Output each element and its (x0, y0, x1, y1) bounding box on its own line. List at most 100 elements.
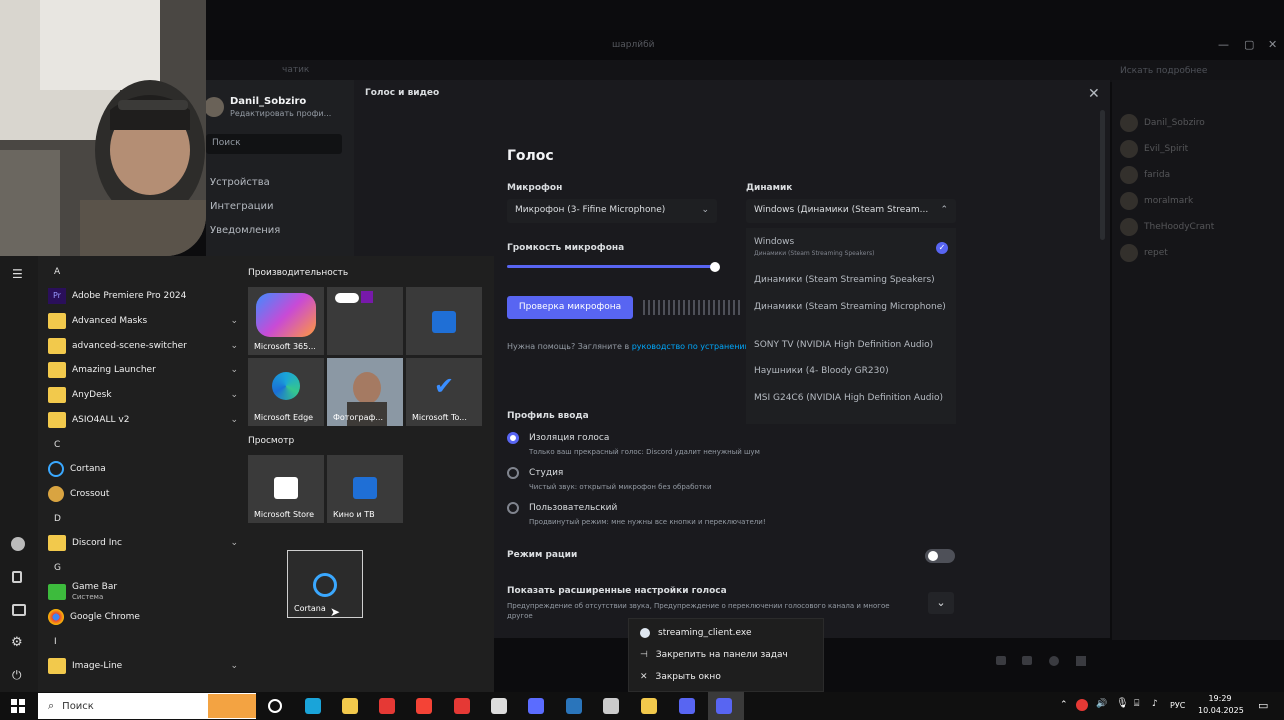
clock-date[interactable]: 10.04.2025 (1198, 706, 1244, 715)
member-item[interactable]: Danil_Sobziro (1120, 112, 1270, 134)
mic-select[interactable]: Микрофон (3- Fifine Microphone) ⌄ (507, 199, 717, 223)
search-highlight-image (208, 694, 256, 718)
tray-chevron-icon[interactable]: ⌃ (1060, 700, 1068, 710)
yandex-icon[interactable] (379, 698, 395, 714)
speaker-option[interactable]: SONY TV (NVIDIA High Definition Audio) (754, 340, 950, 351)
mic-tray-icon[interactable]: 🎙 (1116, 698, 1129, 709)
app-item[interactable]: Crossout (48, 482, 238, 506)
chevron-down-icon: ⌄ (230, 538, 238, 548)
unity-icon[interactable] (491, 698, 507, 714)
member-item[interactable]: moralmark (1120, 190, 1270, 212)
radio-custom[interactable] (507, 502, 519, 514)
settings-scrollbar[interactable] (1100, 110, 1105, 240)
tile-store[interactable]: Microsoft Store (248, 455, 324, 523)
discord-icon[interactable] (679, 698, 695, 714)
jumplist-close[interactable]: ✕ Закрыть окно (640, 667, 721, 687)
yandex-browser-icon[interactable] (416, 698, 432, 714)
lock-app-icon[interactable] (641, 698, 657, 714)
speaker-icon[interactable]: 🔊 (1096, 699, 1107, 709)
speaker-option[interactable]: Динамики (Steam Streaming Speakers) (754, 275, 950, 286)
settings-search-input[interactable]: Поиск (206, 134, 342, 154)
option-desc: Продвинутый режим: мне нужны все кнопки … (529, 518, 766, 526)
explorer-icon[interactable] (342, 698, 358, 714)
app-item[interactable]: Pr Adobe Premiere Pro 2024 (48, 284, 238, 308)
steam-icon[interactable] (566, 698, 582, 714)
app-folder[interactable]: Amazing Launcher ⌄ (48, 358, 238, 382)
clock-time[interactable]: 19:29 (1198, 694, 1242, 703)
volume-icon[interactable]: ♪ (1152, 699, 1158, 709)
mic-volume-slider[interactable] (507, 265, 715, 268)
speaker-option[interactable]: Наушники (4- Bloody GR230) (754, 366, 950, 377)
tile-outlook[interactable] (406, 287, 482, 355)
terminal-icon[interactable] (603, 698, 619, 714)
hamburger-icon[interactable]: ☰ (12, 267, 26, 281)
app-item[interactable]: Cortana (48, 457, 238, 481)
minimize-icon[interactable]: — (1218, 38, 1229, 51)
wps-icon[interactable] (454, 698, 470, 714)
network-icon[interactable]: ⌸ (1134, 699, 1139, 709)
taskbar-search-input[interactable]: ⌕ Поиск (38, 693, 256, 719)
tile-todo[interactable]: ✔ Microsoft To... (406, 358, 482, 426)
speaker-option[interactable]: MSI G24C6 (NVIDIA High Definition Audio) (754, 393, 950, 404)
chevron-down-icon: ⌄ (701, 205, 709, 215)
member-item[interactable]: farida (1120, 164, 1270, 186)
bottom-toolbar (960, 650, 1100, 672)
app-folder[interactable]: AnyDesk ⌄ (48, 383, 238, 407)
tile-m365[interactable]: Microsoft 365... (248, 287, 324, 355)
user-avatar-icon[interactable] (11, 537, 25, 551)
letter-header[interactable]: G (54, 563, 61, 573)
option-label: Пользовательский (529, 503, 618, 513)
tile-onedrive-onenote[interactable] (327, 287, 403, 355)
letter-header[interactable]: I (54, 637, 57, 647)
pictures-icon[interactable] (12, 604, 26, 616)
member-item[interactable]: TheHoodyCrant (1120, 216, 1270, 238)
letter-header[interactable]: A (54, 267, 60, 277)
power-icon[interactable]: ⏻ (12, 668, 22, 683)
tile-movies[interactable]: Кино и ТВ (327, 455, 403, 523)
dragged-cortana-tile[interactable]: Cortana (287, 550, 363, 618)
tile-photos[interactable]: Фотограф... (327, 358, 403, 426)
jumplist-pin[interactable]: ⊣ Закрепить на панели задач (640, 645, 788, 665)
edit-profile-link[interactable]: Редактировать профи... (230, 109, 331, 118)
discord-active-icon[interactable] (716, 698, 732, 714)
radio-voice-isolation[interactable] (507, 432, 519, 444)
close-window-icon[interactable]: ✕ (1268, 38, 1277, 51)
letter-header[interactable]: C (54, 440, 60, 450)
windows-start-icon[interactable] (11, 699, 25, 713)
member-search[interactable]: Искать подробнее (1120, 66, 1207, 76)
app-folder[interactable]: Image-Line ⌄ (48, 654, 238, 678)
speaker-option[interactable]: Windows Динамики (Steam Streaming Speake… (754, 237, 950, 259)
option-label: Изоляция голоса (529, 433, 610, 443)
app-folder[interactable]: Discord Inc ⌄ (48, 531, 238, 555)
app-item[interactable]: Google Chrome (48, 605, 238, 629)
mic-test-button[interactable]: Проверка микрофона (507, 296, 633, 319)
app-item[interactable]: Game Bar Система (48, 580, 238, 604)
app-folder[interactable]: advanced-scene-switcher ⌄ (48, 334, 238, 358)
streamlabs-icon[interactable] (528, 698, 544, 714)
task-view-icon[interactable] (268, 699, 282, 713)
edge-icon[interactable] (305, 698, 321, 714)
letter-header[interactable]: D (54, 514, 61, 524)
member-item[interactable]: Evil_Spirit (1120, 138, 1270, 160)
app-folder[interactable]: ASIO4ALL v2 ⌄ (48, 408, 238, 432)
language-indicator[interactable]: РУС (1170, 701, 1185, 710)
avatar (1120, 114, 1138, 132)
documents-icon[interactable] (12, 571, 22, 583)
maximize-icon[interactable]: ▢ (1244, 38, 1254, 51)
speaker-select[interactable]: Windows (Динамики (Steam Stream... ⌃ (746, 199, 956, 223)
troubleshooting-link[interactable]: руководство по устранению (632, 342, 752, 351)
app-folder[interactable]: Advanced Masks ⌄ (48, 309, 238, 333)
jumplist-item[interactable]: streaming_client.exe (640, 623, 752, 643)
avatar[interactable] (204, 97, 224, 117)
yandex-tray-icon[interactable] (1076, 699, 1088, 711)
speaker-option[interactable]: Динамики (Steam Streaming Microphone) (754, 302, 950, 313)
member-item[interactable]: repet (1120, 242, 1270, 264)
chevron-down-icon[interactable]: ⌄ (928, 592, 954, 614)
slider-handle[interactable] (710, 262, 720, 272)
notification-icon[interactable]: ▭ (1258, 699, 1268, 712)
settings-gear-icon[interactable]: ⚙ (11, 635, 23, 650)
close-icon[interactable]: ✕ (1088, 86, 1100, 102)
folder-icon (48, 313, 66, 329)
radio-studio[interactable] (507, 467, 519, 479)
tile-edge[interactable]: Microsoft Edge (248, 358, 324, 426)
